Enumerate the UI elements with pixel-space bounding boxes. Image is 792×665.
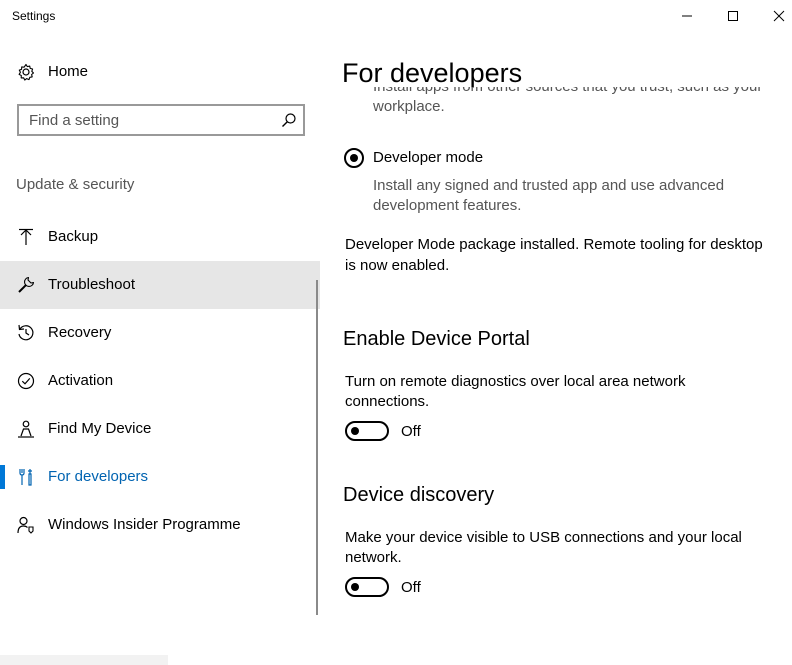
window-title: Settings bbox=[12, 9, 56, 23]
developer-tools-icon bbox=[19, 469, 32, 486]
developer-mode-radio[interactable] bbox=[344, 148, 364, 168]
search-box[interactable] bbox=[17, 104, 305, 136]
sidebar-scrollbar[interactable] bbox=[316, 280, 318, 615]
gear-icon bbox=[18, 63, 35, 81]
sidebar-item-label: Home bbox=[48, 63, 89, 80]
section-heading: Update & security bbox=[16, 176, 135, 193]
sidebar-item-find-my-device[interactable]: Find My Device bbox=[0, 405, 320, 453]
search-icon bbox=[282, 113, 296, 127]
developer-mode-label[interactable]: Developer mode bbox=[373, 149, 483, 166]
insider-icon bbox=[17, 516, 34, 534]
backup-arrow-icon bbox=[19, 228, 33, 245]
maximize-icon bbox=[728, 11, 738, 21]
sidebar-item-label: Troubleshoot bbox=[48, 276, 135, 293]
sidebar-item-activation[interactable]: Activation bbox=[0, 357, 320, 405]
minimize-button[interactable] bbox=[664, 0, 710, 32]
maximize-button[interactable] bbox=[710, 0, 756, 32]
checkmark-circle-icon bbox=[17, 372, 35, 390]
device-discovery-heading: Device discovery bbox=[343, 484, 495, 506]
close-button[interactable] bbox=[756, 0, 792, 32]
selection-indicator bbox=[0, 465, 5, 489]
person-location-icon bbox=[18, 420, 34, 438]
sidebar-item-label: For developers bbox=[48, 468, 149, 485]
sidebar: Home Update & security Backup Troublesho… bbox=[0, 32, 320, 665]
sidebar-item-home[interactable]: Home bbox=[0, 48, 320, 96]
minimize-icon bbox=[682, 15, 692, 17]
sidebar-item-label: Find My Device bbox=[48, 420, 152, 437]
sidebar-item-windows-insider[interactable]: Windows Insider Programme bbox=[0, 501, 320, 549]
device-discovery-description: Make your device visible to USB connecti… bbox=[345, 529, 742, 566]
device-portal-heading: Enable Device Portal bbox=[343, 328, 530, 350]
sidebar-item-troubleshoot[interactable]: Troubleshoot bbox=[0, 261, 320, 309]
device-discovery-toggle-label: Off bbox=[401, 579, 421, 596]
sidebar-item-label: Recovery bbox=[48, 324, 112, 341]
partially-scrolled-description: Install apps from other sources that you… bbox=[373, 87, 762, 115]
developer-mode-description: Install any signed and trusted app and u… bbox=[373, 177, 725, 214]
device-portal-toggle-label: Off bbox=[401, 423, 421, 440]
partially-hidden-item bbox=[0, 655, 168, 665]
device-portal-description: Turn on remote diagnostics over local ar… bbox=[345, 373, 686, 410]
recovery-icon bbox=[18, 324, 34, 341]
title-bar: Settings bbox=[0, 0, 792, 32]
sidebar-item-label: Activation bbox=[48, 372, 114, 389]
sidebar-item-for-developers[interactable]: For developers bbox=[0, 453, 320, 501]
device-discovery-toggle[interactable] bbox=[345, 577, 389, 597]
page-title: For developers bbox=[342, 58, 523, 88]
developer-mode-status: Developer Mode package installed. Remote… bbox=[345, 236, 763, 274]
sidebar-item-recovery[interactable]: Recovery bbox=[0, 309, 320, 357]
close-icon bbox=[773, 10, 785, 22]
sidebar-item-backup[interactable]: Backup bbox=[0, 213, 320, 261]
sidebar-item-label: Windows Insider Programme bbox=[48, 516, 241, 533]
wrench-icon bbox=[18, 276, 35, 293]
main-content: For developers Install apps from other s… bbox=[320, 32, 792, 633]
sidebar-item-label: Backup bbox=[48, 228, 99, 245]
device-portal-toggle[interactable] bbox=[345, 421, 389, 441]
search-input[interactable] bbox=[29, 110, 269, 130]
